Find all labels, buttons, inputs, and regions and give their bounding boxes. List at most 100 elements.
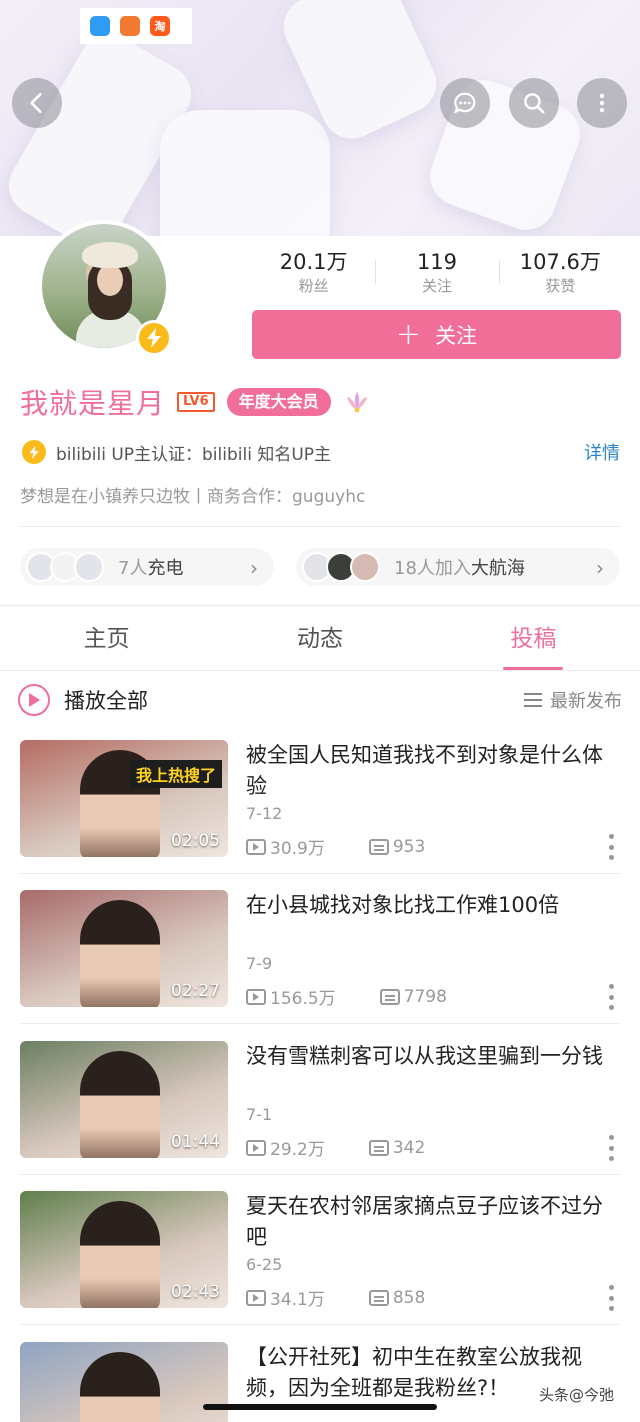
chevron-right-icon: › bbox=[596, 556, 604, 580]
video-title[interactable]: 在小县城找对象比找工作难100倍 bbox=[246, 890, 620, 921]
video-item[interactable]: 02:43 夏天在农村邻居家摘点豆子应该不过分吧 6-25 34.1万 858 bbox=[20, 1191, 620, 1311]
level-badge: LV6 bbox=[177, 392, 215, 412]
danmaku-count: 858 bbox=[392, 1287, 426, 1308]
followers-stat[interactable]: 20.1万 粉丝 bbox=[252, 248, 375, 300]
followers-count: 20.1万 bbox=[279, 250, 348, 274]
divider bbox=[20, 1023, 620, 1024]
danmaku-icon bbox=[368, 838, 389, 855]
divider bbox=[20, 1174, 620, 1175]
tab-home[interactable]: 主页 bbox=[0, 607, 213, 670]
danmaku-count: 342 bbox=[392, 1137, 426, 1158]
divider bbox=[20, 526, 620, 527]
video-item[interactable]: 我上热搜了 02:05 被全国人民知道我找不到对象是什么体验 7-12 30.9万 953 bbox=[20, 740, 620, 860]
play-all-button[interactable]: 播放全部 bbox=[64, 685, 148, 715]
lotus-decoration-icon bbox=[346, 392, 367, 413]
name-row: 我就是星月 LV6 年度大会员 bbox=[20, 380, 371, 424]
danmaku-icon bbox=[368, 1139, 389, 1156]
more-button[interactable] bbox=[577, 78, 627, 128]
video-item[interactable]: 01:44 没有雪糕刺客可以从我这里骗到一分钱 7-1 29.2万 342 bbox=[20, 1041, 620, 1161]
video-thumbnail[interactable]: 02:27 bbox=[20, 890, 228, 1007]
video-title[interactable]: 夏天在农村邻居家摘点豆子应该不过分吧 bbox=[246, 1191, 620, 1253]
app-icon-blue bbox=[90, 16, 110, 36]
following-count: 119 bbox=[416, 250, 458, 274]
video-duration: 01:44 bbox=[171, 1132, 220, 1152]
video-thumbnail[interactable] bbox=[20, 1342, 228, 1422]
video-item[interactable]: 02:27 在小县城找对象比找工作难100倍 7-9 156.5万 7798 bbox=[20, 890, 620, 1010]
voyage-pill[interactable]: 18人加入大航海 › bbox=[296, 548, 620, 586]
follow-label: 关注 bbox=[435, 323, 478, 348]
app-icon-orange bbox=[120, 16, 140, 36]
more-options-icon[interactable] bbox=[608, 1285, 614, 1311]
supporter-avatar bbox=[74, 552, 104, 582]
play-count-icon bbox=[246, 988, 266, 1005]
message-button[interactable] bbox=[440, 78, 490, 128]
member-avatar bbox=[350, 552, 380, 582]
video-date: 6-25 bbox=[246, 1255, 283, 1274]
video-date: 7-12 bbox=[246, 804, 283, 823]
play-count-icon bbox=[246, 838, 266, 855]
video-duration: 02:05 bbox=[171, 831, 220, 851]
tab-dynamics[interactable]: 动态 bbox=[213, 607, 426, 670]
home-indicator[interactable] bbox=[203, 1404, 437, 1410]
likes-stat[interactable]: 107.6万 获赞 bbox=[498, 248, 622, 300]
profile-tabs: 主页 动态 投稿 bbox=[0, 607, 640, 671]
video-stats: 30.9万 953 bbox=[246, 834, 425, 859]
thumbnail-tag: 我上热搜了 bbox=[130, 760, 223, 788]
certified-bolt-icon bbox=[22, 440, 46, 464]
video-date: 7-9 bbox=[246, 954, 273, 973]
video-stats: 156.5万 7798 bbox=[246, 984, 447, 1009]
danmaku-icon bbox=[368, 1289, 389, 1306]
play-count-icon bbox=[246, 1289, 266, 1306]
view-count: 156.5万 bbox=[270, 989, 336, 1009]
tab-uploads[interactable]: 投稿 bbox=[427, 607, 640, 670]
more-options-icon[interactable] bbox=[608, 984, 614, 1010]
details-link[interactable]: 详情 bbox=[584, 439, 620, 465]
video-item[interactable]: 【公开社死】初中生在教室公放我视频，因为全班都是我粉丝?！ bbox=[20, 1342, 620, 1422]
video-date: 7-1 bbox=[246, 1105, 273, 1124]
voyage-count: 18人加入 bbox=[394, 558, 471, 579]
video-title[interactable]: 没有雪糕刺客可以从我这里骗到一分钱 bbox=[246, 1041, 620, 1072]
status-bar: 淘 bbox=[80, 8, 192, 44]
video-duration: 02:27 bbox=[171, 981, 220, 1001]
watermark: 头条@今弛 bbox=[538, 1386, 614, 1404]
video-title[interactable]: 被全国人民知道我找不到对象是什么体验 bbox=[246, 740, 620, 802]
play-count-icon bbox=[246, 1139, 266, 1156]
video-stats: 34.1万 858 bbox=[246, 1285, 425, 1310]
username: 我就是星月 bbox=[20, 387, 166, 420]
view-count: 29.2万 bbox=[270, 1140, 325, 1160]
danmaku-count: 953 bbox=[392, 836, 426, 857]
video-thumbnail[interactable]: 02:43 bbox=[20, 1191, 228, 1308]
back-button[interactable] bbox=[12, 78, 62, 128]
likes-count: 107.6万 bbox=[519, 250, 601, 274]
back-arrow-icon bbox=[30, 93, 42, 113]
likes-label: 获赞 bbox=[545, 277, 576, 295]
play-all-icon[interactable] bbox=[18, 684, 50, 716]
more-options-icon[interactable] bbox=[608, 1135, 614, 1161]
verified-bolt-icon bbox=[136, 320, 172, 356]
divider bbox=[20, 1324, 620, 1325]
video-thumbnail[interactable]: 我上热搜了 02:05 bbox=[20, 740, 228, 857]
follow-button[interactable]: + 关注 bbox=[252, 310, 621, 359]
charge-pill[interactable]: 7人充电 › bbox=[20, 548, 274, 586]
profile-stats: 20.1万 粉丝 119 关注 107.6万 获赞 bbox=[252, 248, 622, 300]
certification-row: bilibili UP主认证：bilibili 知名UP主 详情 bbox=[22, 438, 620, 466]
certification-text: bilibili UP主认证：bilibili 知名UP主 bbox=[56, 444, 332, 465]
view-count: 34.1万 bbox=[270, 1290, 325, 1310]
vip-badge[interactable]: 年度大会员 bbox=[226, 388, 331, 416]
following-label: 关注 bbox=[421, 277, 452, 295]
more-vertical-icon bbox=[599, 93, 605, 113]
charge-label: 充电 bbox=[147, 558, 184, 579]
danmaku-count: 7798 bbox=[403, 986, 447, 1007]
bio-text: 梦想是在小镇养只边牧丨商务合作：guguyhc bbox=[20, 487, 366, 507]
following-stat[interactable]: 119 关注 bbox=[375, 248, 498, 300]
charge-count: 7人 bbox=[118, 558, 148, 579]
list-sort-icon bbox=[524, 693, 542, 707]
more-options-icon[interactable] bbox=[608, 834, 614, 860]
sort-button[interactable]: 最新发布 bbox=[524, 687, 622, 713]
danmaku-icon bbox=[379, 988, 400, 1005]
video-thumbnail[interactable]: 01:44 bbox=[20, 1041, 228, 1158]
view-count: 30.9万 bbox=[270, 839, 325, 859]
taobao-icon: 淘 bbox=[150, 16, 170, 36]
search-button[interactable] bbox=[509, 78, 559, 128]
sort-label: 最新发布 bbox=[550, 691, 622, 712]
